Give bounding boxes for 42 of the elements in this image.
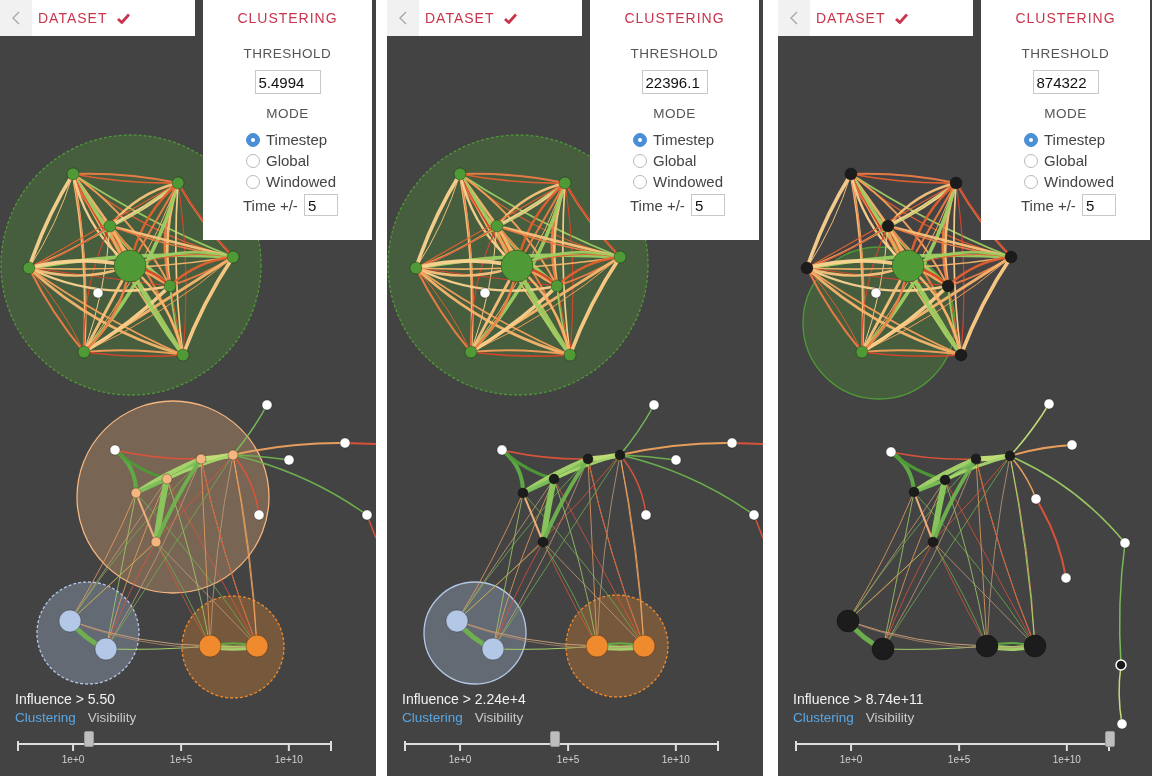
field-label: THRESHOLD: [1021, 45, 1110, 63]
threshold-input[interactable]: 22396.1: [641, 70, 708, 94]
slider-thumb[interactable]: [1105, 731, 1115, 747]
chevron-left-icon: [790, 11, 798, 25]
tick-label: 1e+5: [947, 753, 971, 767]
slider-thumb[interactable]: [549, 731, 560, 747]
mode-radio[interactable]: Timestep: [246, 129, 337, 150]
slider-thumb[interactable]: [84, 731, 95, 747]
tick-label: 1e+5: [169, 753, 193, 767]
field-label: MODE: [1044, 105, 1087, 123]
field-label: MODE: [266, 105, 309, 123]
mode-radio[interactable]: Global: [246, 150, 337, 171]
mode-radio[interactable]: Global: [1024, 150, 1115, 171]
tick-label: 1e+10: [661, 753, 690, 767]
tick-label: 1e+5: [556, 753, 580, 767]
tick-label: 1e+10: [1052, 753, 1081, 767]
mode-radio[interactable]: Global: [633, 150, 724, 171]
view-tab[interactable]: Visibility: [474, 708, 524, 727]
field-label: MODE: [653, 105, 696, 123]
dataset-step-link[interactable]: DATASET: [425, 9, 495, 27]
influence-label: Influence > 2.24e+4: [402, 690, 526, 708]
view-tab[interactable]: Clustering: [402, 708, 463, 727]
influence-label: Influence > 5.50: [15, 690, 116, 708]
dataset-step-link[interactable]: DATASET: [816, 9, 886, 27]
view-tab[interactable]: Clustering: [15, 708, 76, 727]
view-tab[interactable]: Visibility: [87, 708, 137, 727]
dataset-step-link[interactable]: DATASET: [38, 9, 108, 27]
field-label: THRESHOLD: [630, 45, 719, 63]
tick-label: 1e+10: [274, 753, 303, 767]
tick-label: 1e+0: [448, 753, 472, 767]
mode-radio[interactable]: Timestep: [633, 129, 724, 150]
panel-title: CLUSTERING: [624, 9, 725, 28]
threshold-input[interactable]: 874322: [1032, 70, 1099, 94]
panel-title: CLUSTERING: [237, 9, 338, 28]
panel-title: CLUSTERING: [1015, 9, 1116, 28]
field-label: THRESHOLD: [243, 45, 332, 63]
threshold-input[interactable]: 5.4994: [254, 70, 321, 94]
chevron-left-icon: [12, 11, 20, 25]
tick-label: 1e+0: [61, 753, 85, 767]
chevron-left-icon: [399, 11, 407, 25]
mode-radio[interactable]: Timestep: [1024, 129, 1115, 150]
tick-label: 1e+0: [839, 753, 863, 767]
